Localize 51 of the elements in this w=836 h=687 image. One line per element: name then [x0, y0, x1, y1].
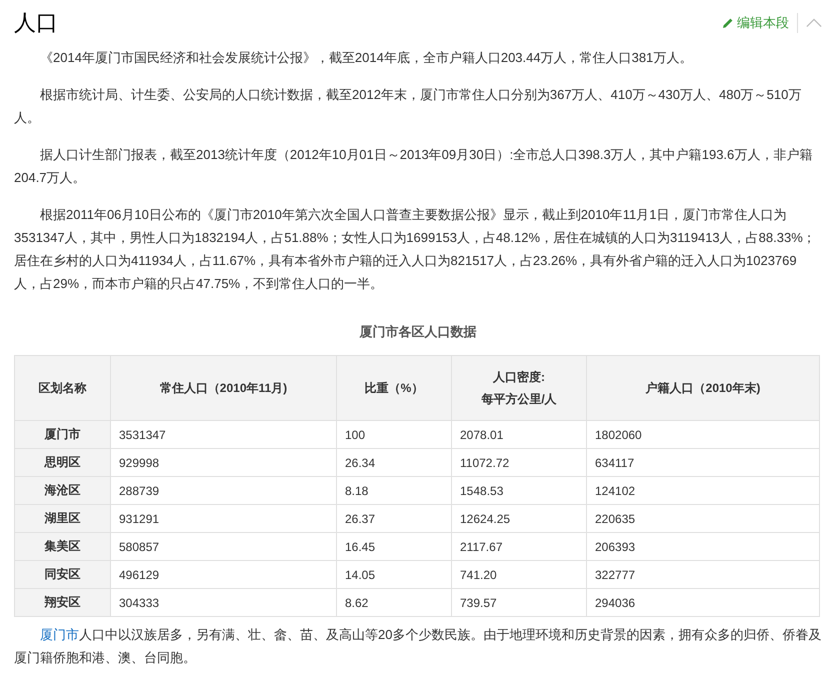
- table-cell: 1548.53: [452, 476, 586, 504]
- row-header: 思明区: [14, 448, 110, 476]
- table-cell: 580857: [110, 532, 336, 560]
- table-cell: 16.45: [336, 532, 452, 560]
- column-header: 区划名称: [14, 356, 110, 420]
- row-header: 同安区: [14, 560, 110, 588]
- table-cell: 12624.25: [452, 504, 586, 532]
- table-cell: 206393: [586, 532, 820, 560]
- table-title: 厦门市各区人口数据: [358, 323, 478, 341]
- table-cell: 8.62: [336, 588, 452, 616]
- column-header: 户籍人口（2010年末): [586, 356, 820, 420]
- table-cell: 100: [336, 420, 452, 448]
- table-cell: 26.37: [336, 504, 452, 532]
- table-cell: 14.05: [336, 560, 452, 588]
- table-cell: 741.20: [452, 560, 586, 588]
- table-cell: 2078.01: [452, 420, 586, 448]
- paragraph: 据人口计生部门报表，截至2013统计年度（2012年10月01日～2013年09月30日）:全市总人口398.3万人，其中户籍193.6万人，非户籍204.7万人。: [14, 146, 814, 187]
- section-title: 人口: [14, 9, 58, 37]
- table-cell: 288739: [110, 476, 336, 504]
- table-cell: 294036: [586, 588, 820, 616]
- table-cell: 739.57: [452, 588, 586, 616]
- city-link[interactable]: 厦门市: [40, 627, 79, 642]
- row-header: 海沧区: [14, 476, 110, 504]
- collapse-toggle[interactable]: [806, 18, 822, 28]
- row-header: 翔安区: [14, 588, 110, 616]
- table-cell: 1802060: [586, 420, 820, 448]
- row-header: 厦门市: [14, 420, 110, 448]
- column-header: 常住人口（2010年11月): [110, 356, 336, 420]
- row-header: 湖里区: [14, 504, 110, 532]
- table-cell: 304333: [110, 588, 336, 616]
- table-cell: 496129: [110, 560, 336, 588]
- column-header: 比重（%）: [336, 356, 452, 420]
- table-cell: 634117: [586, 448, 820, 476]
- table-cell: 11072.72: [452, 448, 586, 476]
- row-header: 集美区: [14, 532, 110, 560]
- paragraph: 根据2011年06月10日公布的《厦门市2010年第六次全国人口普查主要数据公报》显示，截止到2010年11月1日，厦门市常住人口为3531347人，其中，男性人口为1832194人，占51.88%；女性人口为1699153人，占48.12%，居住在城镇的人口为3119413人，占88.33%；居住在乡村的人口为411934人，占11.67%，具有本省外市户籍的迁入人口为821517人，占23.26%，具有外省户籍的迁入人口为1023769人，占29%，而本市户籍的只占47.75%，不到常住人口的一半。: [14, 206, 817, 293]
- table-cell: 220635: [586, 504, 820, 532]
- table-cell: 929998: [110, 448, 336, 476]
- edit-link[interactable]: 编辑本段: [722, 14, 789, 32]
- column-header: 人口密度: 每平方公里/人: [452, 356, 586, 420]
- pencil-icon: [722, 17, 734, 29]
- paragraph: 《2014年厦门市国民经济和社会发展统计公报》，截至2014年底，全市户籍人口203.44万人，常住人口381万人。: [39, 49, 694, 67]
- table-cell: 931291: [110, 504, 336, 532]
- table-cell: 8.18: [336, 476, 452, 504]
- table-cell: 26.34: [336, 448, 452, 476]
- table-cell: 322777: [586, 560, 820, 588]
- table-cell: 2117.67: [452, 532, 586, 560]
- paragraph: 根据市统计局、计生委、公安局的人口统计数据，截至2012年末，厦门市常住人口分别为367万人、410万～430万人、480万～510万人。: [14, 86, 802, 127]
- table-cell: 124102: [586, 476, 820, 504]
- paragraph: 厦门市人口中以汉族居多，另有满、壮、畲、苗、及高山等20多个少数民族。由于地理环境和历史背景的因素，拥有众多的归侨、侨眷及厦门籍侨胞和港、澳、台同胞。: [14, 626, 822, 667]
- table-cell: 3531347: [110, 420, 336, 448]
